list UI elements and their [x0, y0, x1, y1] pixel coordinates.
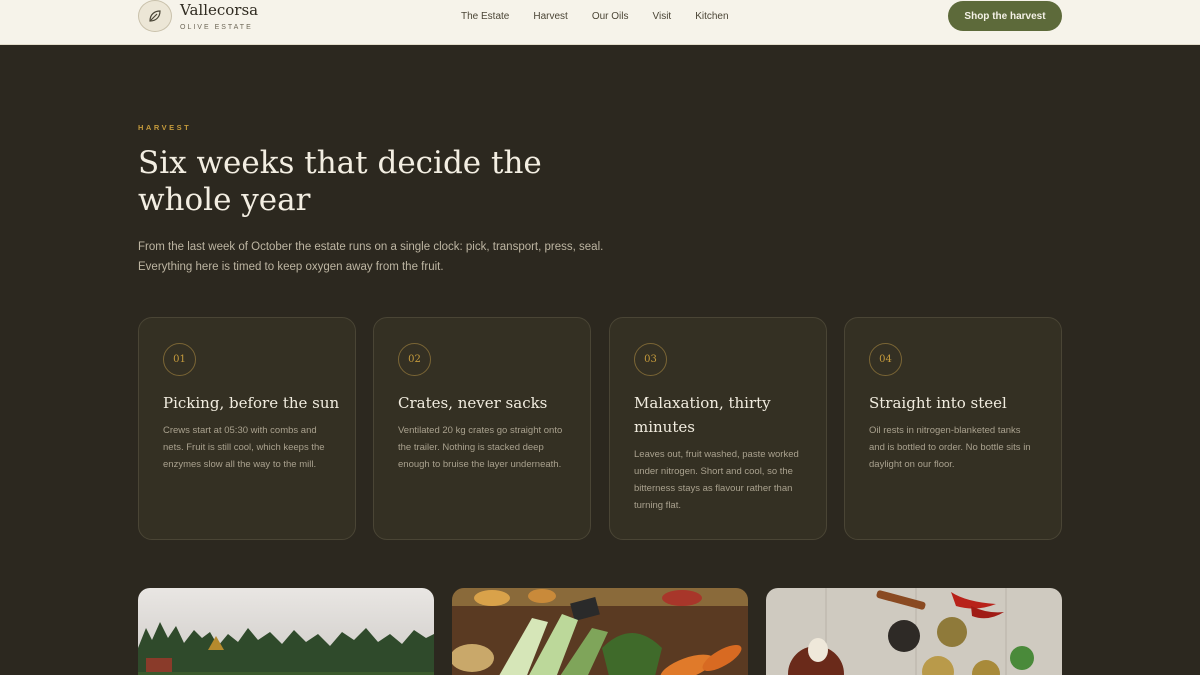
- step-text: Crews start at 05:30 with combs and nets…: [163, 425, 325, 470]
- orchard-photo: [138, 588, 434, 675]
- brand-tagline: OLIVE ESTATE: [180, 24, 253, 31]
- spices-photo: [766, 588, 1062, 675]
- step-card: 01 Picking, before the sun Crews start a…: [138, 317, 356, 540]
- market-produce-photo: [452, 588, 748, 675]
- step-number: 04: [869, 343, 902, 376]
- shop-harvest-button[interactable]: Shop the harvest: [948, 1, 1062, 31]
- step-text: Leaves out, fruit washed, paste worked u…: [634, 449, 799, 511]
- step-number: 03: [634, 343, 667, 376]
- step-text: Ventilated 20 kg crates go straight onto…: [398, 425, 563, 470]
- section-eyebrow: HARVEST: [138, 123, 192, 132]
- step-text: Oil rests in nitrogen-blanketed tanks an…: [869, 425, 1031, 470]
- step-title: Straight into steel: [869, 394, 1007, 412]
- step-number: 02: [398, 343, 431, 376]
- step-card: 03 Malaxation, thirty minutes Leaves out…: [609, 317, 827, 540]
- site-header: Vallecorsa OLIVE ESTATE The Estate Harve…: [0, 0, 1200, 45]
- step-title: Malaxation, thirty minutes: [634, 394, 771, 436]
- nav-item-harvest[interactable]: Harvest: [533, 10, 567, 24]
- nav-item-visit[interactable]: Visit: [652, 10, 671, 24]
- step-title: Crates, never sacks: [398, 394, 548, 412]
- intro-text: From the last week of October the estate…: [138, 241, 604, 273]
- leaf-icon[interactable]: [138, 0, 172, 32]
- nav-item-the-estate[interactable]: The Estate: [461, 10, 509, 24]
- step-card: 04 Straight into steel Oil rests in nitr…: [844, 317, 1062, 540]
- main-nav: The Estate Harvest Our Oils Visit Kitche…: [461, 10, 753, 24]
- nav-item-our-oils[interactable]: Our Oils: [592, 10, 629, 24]
- page-title: Six weeks that decide the whole year: [138, 145, 542, 218]
- step-title: Picking, before the sun: [163, 394, 340, 412]
- brand-name[interactable]: Vallecorsa: [180, 1, 258, 19]
- step-number: 01: [163, 343, 196, 376]
- nav-item-kitchen[interactable]: Kitchen: [695, 10, 728, 24]
- step-card: 02 Crates, never sacks Ventilated 20 kg …: [373, 317, 591, 540]
